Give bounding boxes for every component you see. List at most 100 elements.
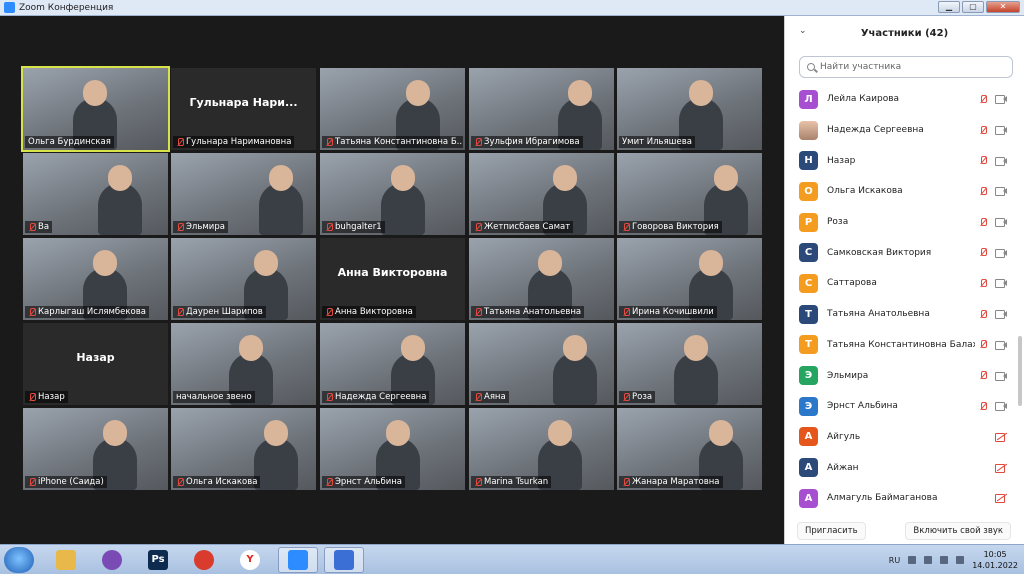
participant-row[interactable]: А Алмагуль Баймаганова	[785, 483, 1024, 514]
participant-row[interactable]: Н Назар	[785, 145, 1024, 176]
minimize-icon[interactable]: ▁	[938, 1, 960, 13]
participant-head	[239, 335, 263, 361]
participant-row[interactable]: Т Татьяна Анатольевна	[785, 299, 1024, 330]
flag-icon[interactable]	[908, 556, 917, 564]
video-tile[interactable]: Татьяна Анатольевна	[469, 238, 614, 320]
video-tile[interactable]: Ольга Искакова	[171, 408, 316, 490]
mic-muted-icon	[325, 392, 333, 402]
mic-muted-icon	[979, 278, 987, 288]
video-tile[interactable]: buhgalter1	[320, 153, 465, 235]
windows-start-icon[interactable]	[4, 547, 34, 573]
video-tile[interactable]: начальное звено	[171, 323, 316, 405]
battery-icon[interactable]	[956, 556, 965, 564]
participant-row[interactable]: С Самковская Виктория	[785, 237, 1024, 268]
video-tile[interactable]: Эльмира	[171, 153, 316, 235]
video-tile[interactable]: Ирина Кочишвили	[617, 238, 762, 320]
chevron-down-icon[interactable]: ⌄	[799, 26, 807, 36]
participant-row[interactable]: Надежда Сергеевна	[785, 115, 1024, 146]
volume-icon[interactable]	[940, 556, 949, 564]
network-icon[interactable]	[924, 556, 933, 564]
participant-row[interactable]: О Ольга Искакова	[785, 176, 1024, 207]
video-tile[interactable]: Назар Назар	[23, 323, 168, 405]
mic-muted-icon	[979, 217, 987, 227]
video-camera-icon	[995, 187, 1007, 197]
video-tile[interactable]: iPhone (Саида)	[23, 408, 168, 490]
video-tile[interactable]: Роза	[617, 323, 762, 405]
participant-row[interactable]: А Айжан	[785, 452, 1024, 483]
video-gallery: Ольга Бурдинская Гульнара Нари... Гульнара…	[0, 16, 784, 544]
participant-status-icons	[979, 401, 1007, 412]
close-icon[interactable]: ✕	[986, 1, 1020, 13]
participant-head	[714, 165, 738, 191]
avatar: Э	[799, 396, 818, 416]
mic-muted-icon	[979, 401, 987, 411]
participant-status-icons	[979, 186, 1007, 197]
tile-center-name: Назар	[76, 351, 115, 364]
participant-name: Лейла Каирова	[827, 94, 900, 105]
participant-name: Эрнст Альбина	[827, 401, 898, 412]
participant-status-icons	[995, 463, 1007, 473]
unmute-self-button[interactable]: Включить свой звук	[905, 522, 1011, 540]
participant-row[interactable]: Э Эрнст Альбина	[785, 391, 1024, 422]
video-tile[interactable]: Аяна	[469, 323, 614, 405]
tile-name-text: Жанара Маратовна	[632, 477, 720, 487]
video-tile[interactable]: Эрнст Альбина	[320, 408, 465, 490]
video-tile[interactable]: Гульнара Нари... Гульнара Наримановна	[171, 68, 316, 150]
video-tile[interactable]: Умит Ильяшева	[617, 68, 762, 150]
participant-row[interactable]: Л Лейла Каирова	[785, 84, 1024, 115]
tile-name-label: Эльмира	[173, 221, 228, 233]
taskbar-button[interactable]: Y	[230, 547, 270, 573]
participant-head	[538, 250, 562, 276]
participant-row[interactable]: Р Роза	[785, 207, 1024, 238]
mic-muted-icon	[28, 307, 36, 317]
video-tile[interactable]: Ольга Бурдинская	[21, 66, 170, 152]
taskbar-button[interactable]	[184, 547, 224, 573]
video-tile[interactable]: Говорова Виктория	[617, 153, 762, 235]
tile-name-text: Эльмира	[186, 222, 225, 232]
video-tile[interactable]: Карлыгаш Ислямбекова	[23, 238, 168, 320]
clock[interactable]: 10:05 14.01.2022	[972, 549, 1018, 571]
avatar: А	[799, 488, 818, 508]
participants-title: Участники (42)	[860, 27, 949, 39]
video-tile[interactable]: Marina Tsurkan	[469, 408, 614, 490]
tile-name-text: Ва	[38, 222, 50, 232]
zoom-app-icon	[4, 2, 15, 13]
maximize-icon[interactable]: ▢	[962, 1, 984, 13]
avatar: С	[799, 273, 818, 293]
invite-button[interactable]: Пригласить	[797, 522, 866, 540]
taskbar-button[interactable]	[46, 547, 86, 573]
windows-taskbar: Ps Y RU 10:05 14.01.2022	[0, 544, 1024, 574]
mic-muted-icon	[176, 222, 184, 232]
video-tile[interactable]: Даурен Шарипов	[171, 238, 316, 320]
taskbar-button[interactable]: Ps	[138, 547, 178, 573]
participant-row[interactable]: С Саттарова	[785, 268, 1024, 299]
participant-head	[391, 165, 415, 191]
taskbar-button[interactable]	[278, 547, 318, 573]
participant-head	[401, 335, 425, 361]
video-tile[interactable]: Жанара Маратовна	[617, 408, 762, 490]
search-icon	[807, 63, 815, 71]
video-tile[interactable]: Ва	[23, 153, 168, 235]
tile-name-label: Анна Викторовна	[322, 306, 416, 318]
video-tile[interactable]: Надежда Сергеевна	[320, 323, 465, 405]
participant-row[interactable]: Т Татьяна Константиновна Балах...	[785, 330, 1024, 361]
participant-row[interactable]: А Айгуль	[785, 422, 1024, 453]
video-tile[interactable]: Зульфия Ибрагимова	[469, 68, 614, 150]
tile-name-label: Зульфия Ибрагимова	[471, 136, 583, 148]
taskbar-button[interactable]	[324, 547, 364, 573]
video-tile[interactable]: Жетписбаев Самат	[469, 153, 614, 235]
participant-status-icons	[979, 248, 1007, 258]
tile-name-text: Карлыгаш Ислямбекова	[38, 307, 146, 317]
participant-row[interactable]: Э Эльмира	[785, 360, 1024, 391]
tile-name-text: Жетписбаев Самат	[484, 222, 571, 232]
participant-search-input[interactable]: Найти участника	[799, 56, 1013, 78]
video-tile[interactable]: Татьяна Константиновна Б...	[320, 68, 465, 150]
tile-name-label: Ольга Бурдинская	[25, 136, 114, 148]
video-tile[interactable]: Анна Викторовна Анна Викторовна	[320, 238, 465, 320]
language-indicator[interactable]: RU	[889, 556, 900, 565]
avatar: А	[799, 458, 818, 478]
participants-scrollbar[interactable]	[1018, 336, 1022, 406]
video-camera-icon	[995, 248, 1007, 258]
tile-name-label: Marina Tsurkan	[471, 476, 552, 488]
taskbar-button[interactable]	[92, 547, 132, 573]
